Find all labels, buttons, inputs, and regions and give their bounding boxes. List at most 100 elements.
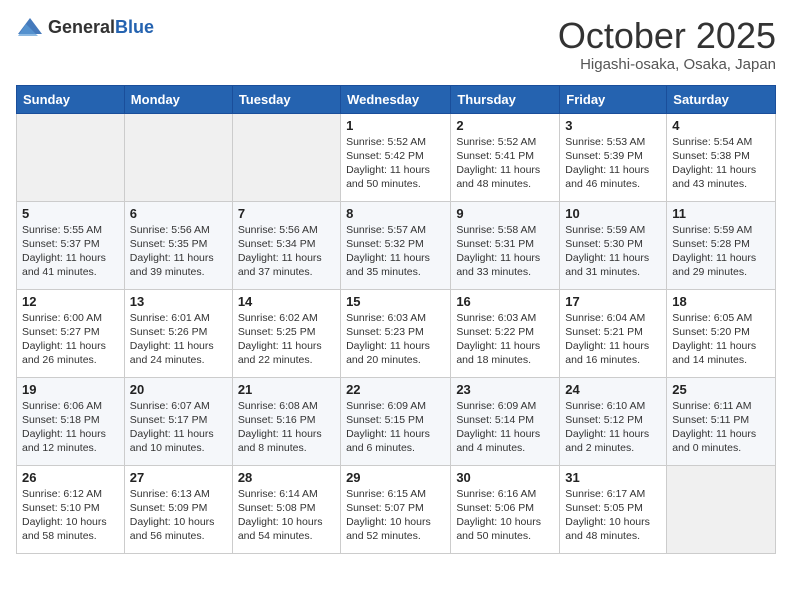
day-number: 30 — [456, 470, 554, 485]
calendar-table: SundayMondayTuesdayWednesdayThursdayFrid… — [16, 85, 776, 554]
location-title: Higashi-osaka, Osaka, Japan — [558, 56, 776, 73]
day-number: 16 — [456, 294, 554, 309]
day-info: Sunrise: 6:06 AMSunset: 5:18 PMDaylight:… — [22, 399, 119, 456]
day-info: Sunrise: 5:52 AMSunset: 5:42 PMDaylight:… — [346, 135, 445, 192]
calendar-cell: 13 Sunrise: 6:01 AMSunset: 5:26 PMDayligh… — [124, 289, 232, 377]
day-info: Sunrise: 6:14 AMSunset: 5:08 PMDaylight:… — [238, 487, 335, 544]
day-info: Sunrise: 6:15 AMSunset: 5:07 PMDaylight:… — [346, 487, 445, 544]
logo-general: General — [48, 17, 115, 37]
weekday-header-sunday: Sunday — [17, 85, 125, 113]
calendar-cell: 17 Sunrise: 6:04 AMSunset: 5:21 PMDayligh… — [560, 289, 667, 377]
day-info: Sunrise: 6:10 AMSunset: 5:12 PMDaylight:… — [565, 399, 661, 456]
day-info: Sunrise: 6:11 AMSunset: 5:11 PMDaylight:… — [672, 399, 770, 456]
calendar-cell: 2Sunrise: 5:52 AMSunset: 5:41 PMDaylight… — [451, 113, 560, 201]
day-number: 9 — [456, 206, 554, 221]
day-info: Sunrise: 6:03 AMSunset: 5:22 PMDaylight:… — [456, 311, 554, 368]
day-number: 22 — [346, 382, 445, 397]
weekday-header-wednesday: Wednesday — [341, 85, 451, 113]
day-info: Sunrise: 6:09 AMSunset: 5:14 PMDaylight:… — [456, 399, 554, 456]
day-info: Sunrise: 5:57 AMSunset: 5:32 PMDaylight:… — [346, 223, 445, 280]
calendar-cell: 4Sunrise: 5:54 AMSunset: 5:38 PMDaylight… — [667, 113, 776, 201]
day-info: Sunrise: 6:09 AMSunset: 5:15 PMDaylight:… — [346, 399, 445, 456]
day-info: Sunrise: 5:53 AMSunset: 5:39 PMDaylight:… — [565, 135, 661, 192]
day-number: 29 — [346, 470, 445, 485]
logo-icon — [16, 16, 44, 38]
calendar-cell: 12 Sunrise: 6:00 AMSunset: 5:27 PMDayligh… — [17, 289, 125, 377]
day-info: Sunrise: 5:59 AMSunset: 5:30 PMDaylight:… — [565, 223, 661, 280]
day-info: Sunrise: 6:12 AMSunset: 5:10 PMDaylight:… — [22, 487, 119, 544]
calendar-cell — [667, 465, 776, 553]
day-number: 26 — [22, 470, 119, 485]
calendar-cell: 5Sunrise: 5:55 AMSunset: 5:37 PMDaylight… — [17, 201, 125, 289]
day-info: Sunrise: 6:03 AMSunset: 5:23 PMDaylight:… — [346, 311, 445, 368]
day-number: 19 — [22, 382, 119, 397]
calendar-cell: 9Sunrise: 5:58 AMSunset: 5:31 PMDaylight… — [451, 201, 560, 289]
day-number: 2 — [456, 118, 554, 133]
day-number: 25 — [672, 382, 770, 397]
day-number: 20 — [130, 382, 227, 397]
calendar-cell: 22 Sunrise: 6:09 AMSunset: 5:15 PMDayligh… — [341, 377, 451, 465]
calendar-cell: 11 Sunrise: 5:59 AMSunset: 5:28 PMDayligh… — [667, 201, 776, 289]
calendar-cell — [232, 113, 340, 201]
day-info: Sunrise: 6:00 AMSunset: 5:27 PMDaylight:… — [22, 311, 119, 368]
calendar-cell — [124, 113, 232, 201]
day-info: Sunrise: 5:56 AMSunset: 5:35 PMDaylight:… — [130, 223, 227, 280]
calendar-cell: 27Sunrise: 6:13 AMSunset: 5:09 PMDayligh… — [124, 465, 232, 553]
day-number: 21 — [238, 382, 335, 397]
day-info: Sunrise: 6:07 AMSunset: 5:17 PMDaylight:… — [130, 399, 227, 456]
calendar-cell: 19 Sunrise: 6:06 AMSunset: 5:18 PMDayligh… — [17, 377, 125, 465]
day-number: 7 — [238, 206, 335, 221]
calendar-cell: 18 Sunrise: 6:05 AMSunset: 5:20 PMDayligh… — [667, 289, 776, 377]
day-number: 17 — [565, 294, 661, 309]
day-number: 28 — [238, 470, 335, 485]
title-block: October 2025 Higashi-osaka, Osaka, Japan — [558, 16, 776, 73]
calendar-cell: 23 Sunrise: 6:09 AMSunset: 5:14 PMDayligh… — [451, 377, 560, 465]
weekday-header-thursday: Thursday — [451, 85, 560, 113]
day-info: Sunrise: 5:59 AMSunset: 5:28 PMDaylight:… — [672, 223, 770, 280]
calendar-cell: 16 Sunrise: 6:03 AMSunset: 5:22 PMDayligh… — [451, 289, 560, 377]
weekday-header-tuesday: Tuesday — [232, 85, 340, 113]
weekday-header-row: SundayMondayTuesdayWednesdayThursdayFrid… — [17, 85, 776, 113]
week-row-1: 1 Sunrise: 5:52 AMSunset: 5:42 PMDaylight… — [17, 113, 776, 201]
weekday-header-saturday: Saturday — [667, 85, 776, 113]
calendar-cell: 28 Sunrise: 6:14 AMSunset: 5:08 PMDayligh… — [232, 465, 340, 553]
logo-text: GeneralBlue — [48, 17, 154, 38]
day-number: 31 — [565, 470, 661, 485]
calendar-cell: 24 Sunrise: 6:10 AMSunset: 5:12 PMDayligh… — [560, 377, 667, 465]
day-number: 24 — [565, 382, 661, 397]
day-number: 15 — [346, 294, 445, 309]
day-number: 11 — [672, 206, 770, 221]
page-header: GeneralBlue October 2025 Higashi-osaka, … — [16, 16, 776, 73]
day-info: Sunrise: 6:05 AMSunset: 5:20 PMDaylight:… — [672, 311, 770, 368]
calendar-cell: 15 Sunrise: 6:03 AMSunset: 5:23 PMDayligh… — [341, 289, 451, 377]
calendar-cell: 14 Sunrise: 6:02 AMSunset: 5:25 PMDayligh… — [232, 289, 340, 377]
calendar-cell: 31Sunrise: 6:17 AMSunset: 5:05 PMDayligh… — [560, 465, 667, 553]
calendar-cell — [17, 113, 125, 201]
calendar-cell: 26 Sunrise: 6:12 AMSunset: 5:10 PMDayligh… — [17, 465, 125, 553]
day-info: Sunrise: 5:56 AMSunset: 5:34 PMDaylight:… — [238, 223, 335, 280]
day-info: Sunrise: 6:01 AMSunset: 5:26 PMDaylight:… — [130, 311, 227, 368]
day-info: Sunrise: 6:04 AMSunset: 5:21 PMDaylight:… — [565, 311, 661, 368]
day-info: Sunrise: 6:08 AMSunset: 5:16 PMDaylight:… — [238, 399, 335, 456]
week-row-2: 5Sunrise: 5:55 AMSunset: 5:37 PMDaylight… — [17, 201, 776, 289]
calendar-cell: 25 Sunrise: 6:11 AMSunset: 5:11 PMDayligh… — [667, 377, 776, 465]
day-number: 8 — [346, 206, 445, 221]
day-number: 27 — [130, 470, 227, 485]
week-row-5: 26 Sunrise: 6:12 AMSunset: 5:10 PMDayligh… — [17, 465, 776, 553]
calendar-cell: 8 Sunrise: 5:57 AMSunset: 5:32 PMDaylight… — [341, 201, 451, 289]
week-row-4: 19 Sunrise: 6:06 AMSunset: 5:18 PMDayligh… — [17, 377, 776, 465]
calendar-cell: 29 Sunrise: 6:15 AMSunset: 5:07 PMDayligh… — [341, 465, 451, 553]
logo-blue: Blue — [115, 17, 154, 37]
day-info: Sunrise: 6:02 AMSunset: 5:25 PMDaylight:… — [238, 311, 335, 368]
day-number: 23 — [456, 382, 554, 397]
day-number: 5 — [22, 206, 119, 221]
day-number: 18 — [672, 294, 770, 309]
day-number: 14 — [238, 294, 335, 309]
calendar-cell: 6 Sunrise: 5:56 AMSunset: 5:35 PMDaylight… — [124, 201, 232, 289]
day-number: 12 — [22, 294, 119, 309]
day-number: 13 — [130, 294, 227, 309]
calendar-cell: 21 Sunrise: 6:08 AMSunset: 5:16 PMDayligh… — [232, 377, 340, 465]
month-title: October 2025 — [558, 16, 776, 56]
day-number: 1 — [346, 118, 445, 133]
day-number: 6 — [130, 206, 227, 221]
